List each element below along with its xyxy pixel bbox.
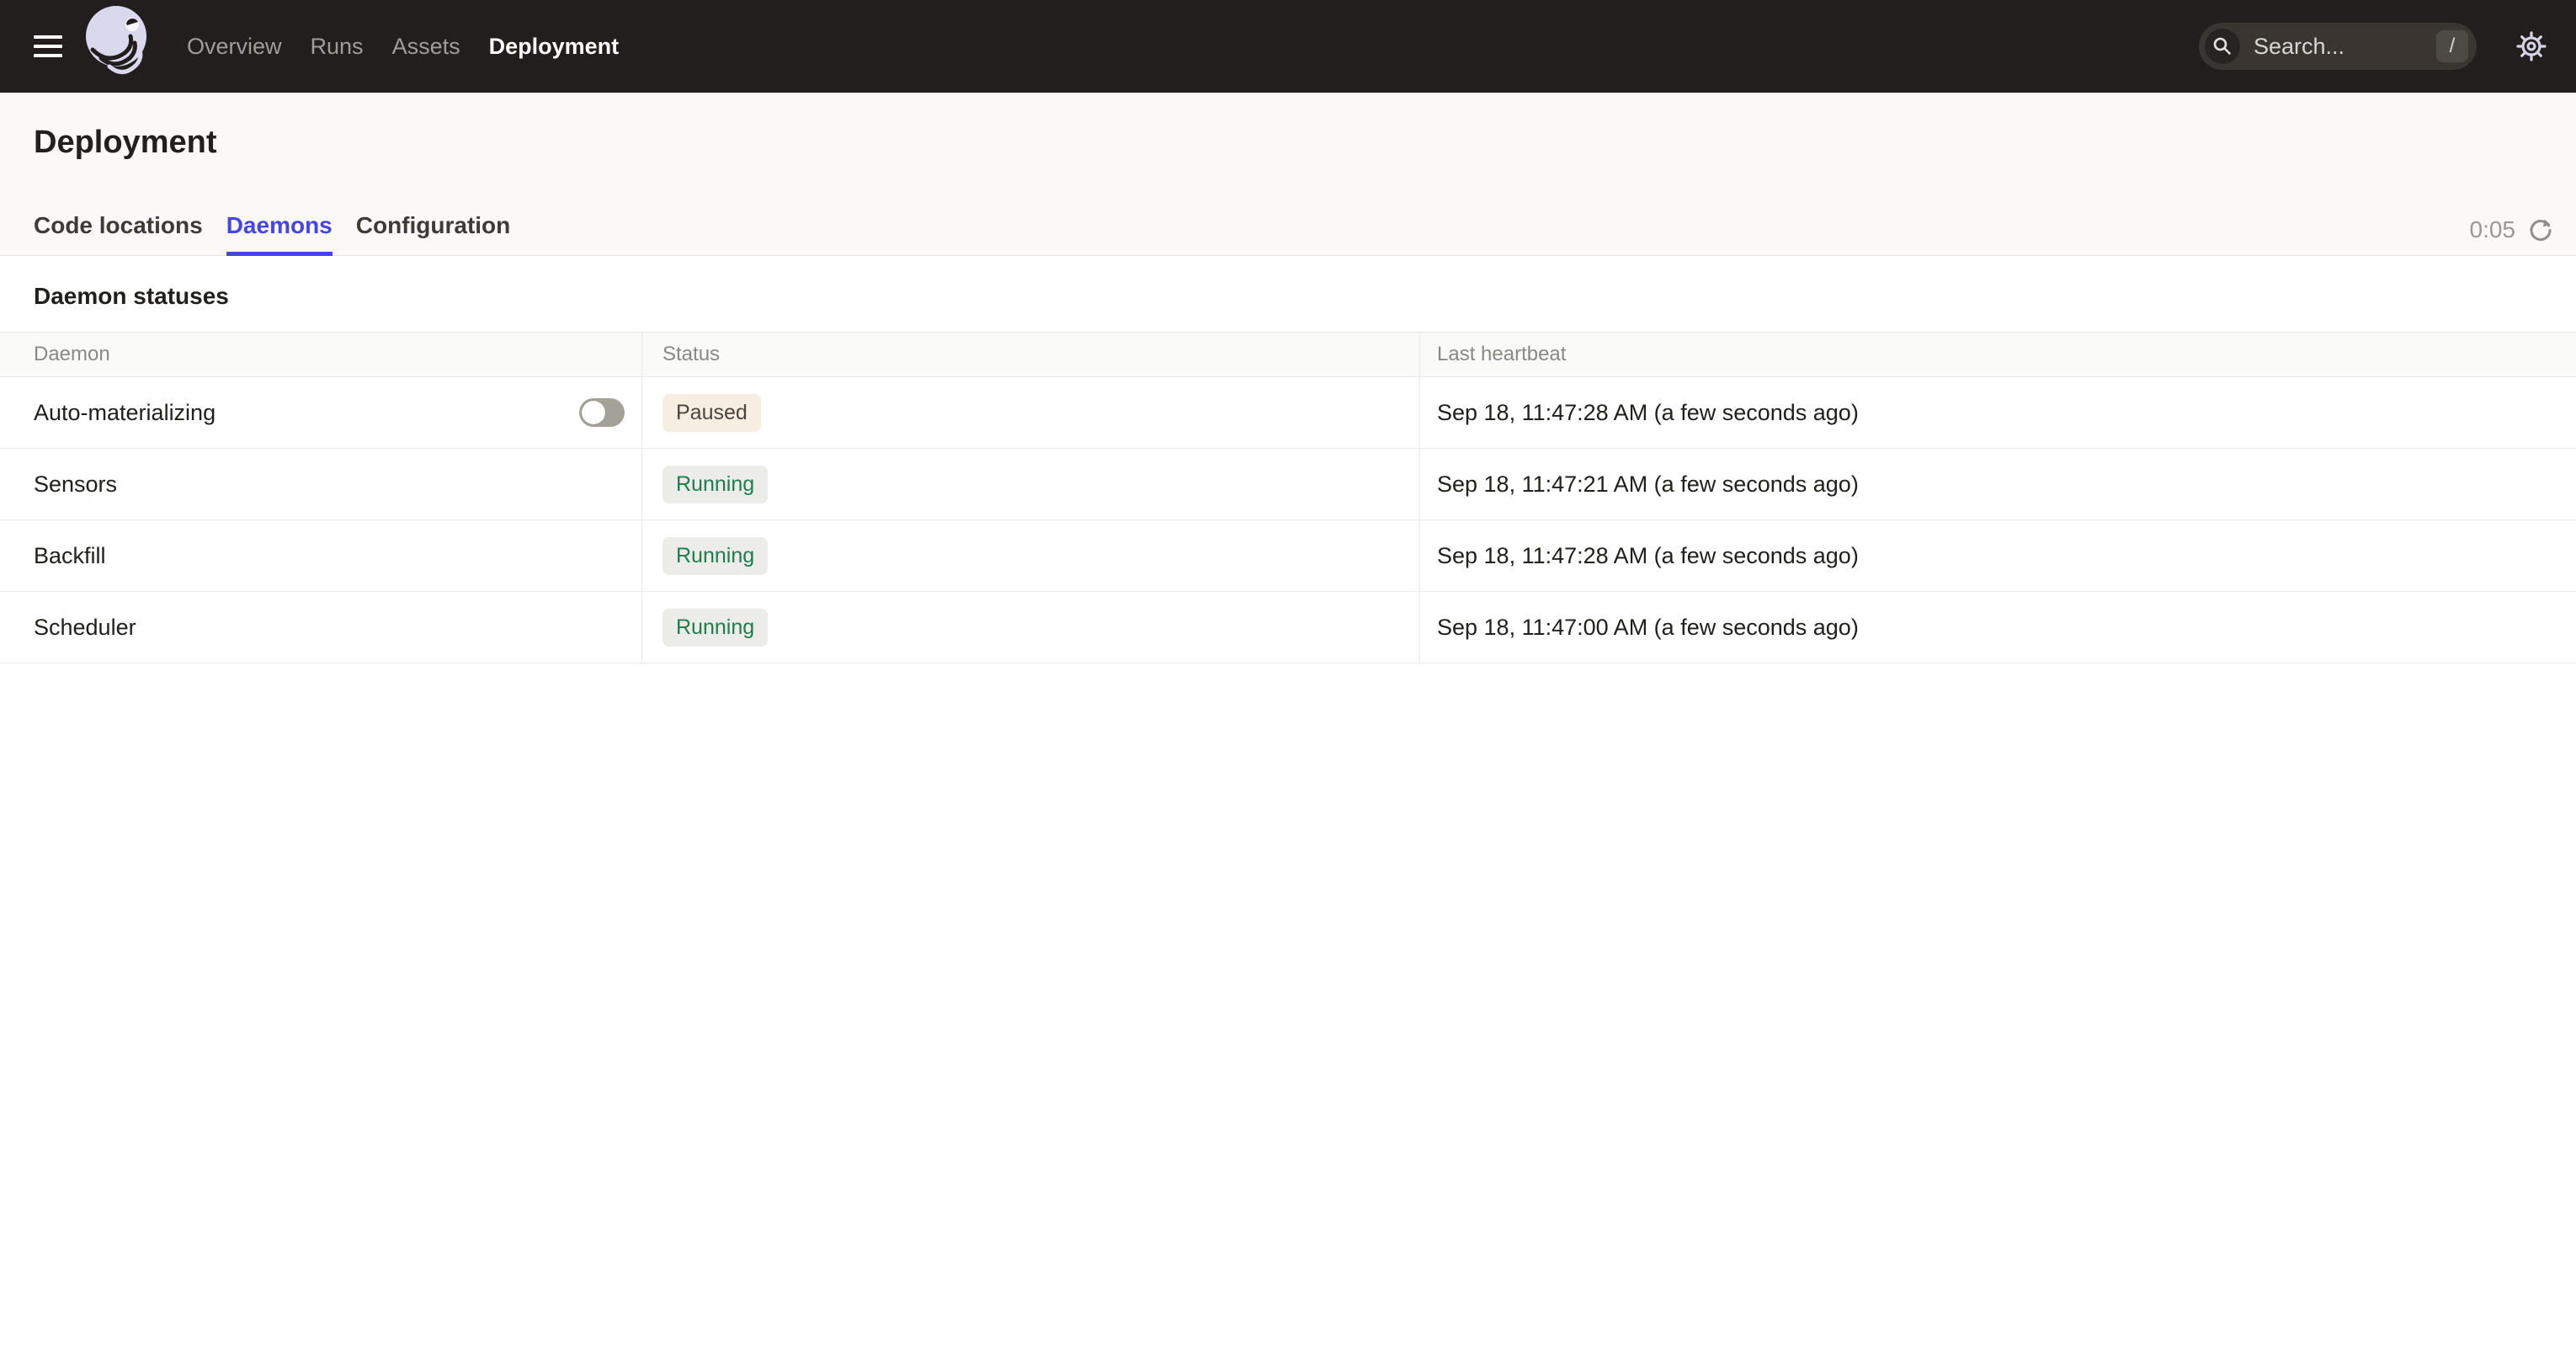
page-title: Deployment [34,93,2542,161]
refresh-countdown: 0:05 [2470,216,2516,243]
daemon-name: Sensors [34,471,117,498]
toggle-knob [581,400,606,425]
last-heartbeat-value: Sep 18, 11:47:21 AM (a few seconds ago) [1420,449,2576,519]
refresh-area: 0:05 [2470,216,2555,243]
column-header-daemon: Daemon [0,333,642,376]
dagster-logo-icon[interactable] [84,0,150,93]
nav-link-overview[interactable]: Overview [187,34,282,60]
last-heartbeat-value: Sep 18, 11:47:28 AM (a few seconds ago) [1420,520,2576,591]
daemon-status-table: Daemon Status Last heartbeat Auto-materi… [0,332,2576,663]
top-nav: Overview Runs Assets Deployment Search..… [0,0,2576,93]
refresh-icon[interactable] [2527,216,2554,243]
nav-link-runs[interactable]: Runs [311,34,364,60]
column-header-last-heartbeat: Last heartbeat [1420,333,2576,376]
nav-link-assets[interactable]: Assets [392,34,460,60]
table-row: Scheduler Running Sep 18, 11:47:00 AM (a… [0,592,2576,663]
table-row: Auto-materializing Paused Sep 18, 11:47:… [0,377,2576,449]
nav-link-deployment[interactable]: Deployment [489,34,620,60]
tab-daemons[interactable]: Daemons [226,212,333,256]
status-badge: Running [663,537,768,575]
daemon-name: Auto-materializing [34,400,216,426]
menu-icon[interactable] [34,35,62,57]
search-shortcut-key: / [2436,30,2468,62]
section-title: Daemon statuses [34,283,2542,310]
status-badge: Running [663,466,768,503]
daemon-name: Scheduler [34,615,136,641]
table-header-row: Daemon Status Last heartbeat [0,332,2576,377]
column-header-status: Status [642,333,1420,376]
status-badge: Paused [663,394,761,432]
daemon-name: Backfill [34,543,106,569]
auto-materializing-toggle[interactable] [579,398,625,427]
last-heartbeat-value: Sep 18, 11:47:28 AM (a few seconds ago) [1420,377,2576,448]
settings-gear-icon[interactable] [2515,30,2547,62]
search-placeholder: Search... [2254,34,2436,60]
tab-code-locations[interactable]: Code locations [34,212,203,256]
last-heartbeat-value: Sep 18, 11:47:00 AM (a few seconds ago) [1420,592,2576,663]
status-badge: Running [663,609,768,647]
tab-configuration[interactable]: Configuration [356,212,511,256]
page-header: Deployment Code locations Daemons Config… [0,93,2576,256]
search-input[interactable]: Search... / [2199,23,2477,70]
table-row: Sensors Running Sep 18, 11:47:21 AM (a f… [0,449,2576,520]
content: Daemon statuses Daemon Status Last heart… [0,283,2576,663]
table-row: Backfill Running Sep 18, 11:47:28 AM (a … [0,520,2576,592]
search-icon [2205,29,2240,64]
tab-bar: Code locations Daemons Configuration [34,212,510,256]
nav-links: Overview Runs Assets Deployment [187,34,619,60]
